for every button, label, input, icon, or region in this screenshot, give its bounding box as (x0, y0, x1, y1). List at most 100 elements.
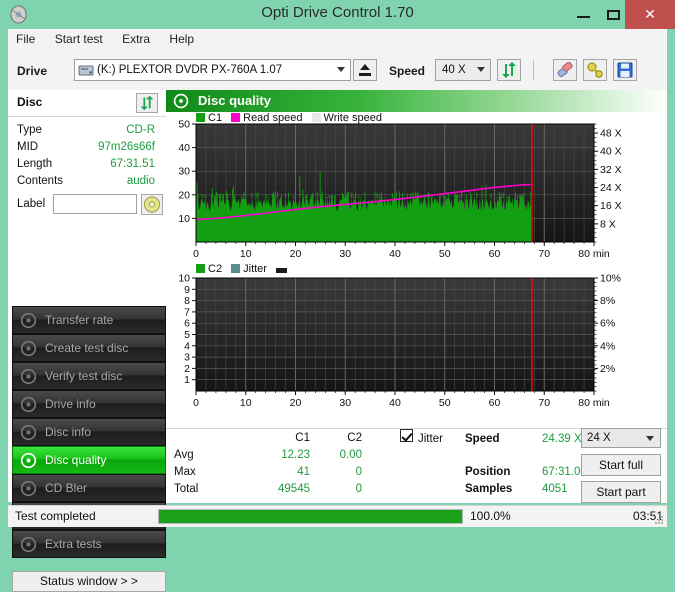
eject-icon (360, 64, 370, 70)
disc-refresh-button[interactable] (136, 93, 158, 113)
svg-text:2: 2 (184, 363, 190, 375)
save-button[interactable] (613, 59, 637, 81)
svg-text:4%: 4% (600, 340, 615, 352)
stats-avg-c2: 0.00 (339, 449, 362, 461)
menu-item-help[interactable]: Help (161, 29, 202, 49)
panel-title: Disc quality (198, 93, 271, 108)
sidebar-item-cd-bler[interactable]: CD Bler (12, 474, 166, 502)
sidebar-item-label: Drive info (45, 397, 96, 411)
svg-text:70: 70 (538, 248, 550, 260)
disc-label-input[interactable] (53, 194, 137, 214)
sidebar-item-label: CD Bler (45, 481, 88, 495)
start-part-button[interactable]: Start part (581, 481, 661, 503)
svg-text:8%: 8% (600, 295, 615, 307)
stats-row-label-total: Total (174, 483, 199, 495)
stats-max-c1: 41 (297, 466, 310, 478)
svg-text:3: 3 (184, 352, 190, 364)
sidebar-item-verify-test-disc[interactable]: Verify test disc (12, 362, 166, 390)
svg-text:20: 20 (178, 189, 190, 201)
refresh-button[interactable] (497, 59, 521, 81)
svg-text:70: 70 (538, 397, 550, 409)
eject-button[interactable] (353, 59, 377, 81)
menu-item-extra[interactable]: Extra (114, 29, 158, 49)
status-window-button[interactable]: Status window > > (12, 571, 166, 592)
menu-bar: File Start test Extra Help (8, 29, 667, 52)
disc-row-length: Length 67:31.51 (8, 158, 166, 174)
title-bar: Opti Drive Control 1.70 ✕ (0, 0, 675, 29)
sidebar-item-label: Disc info (45, 425, 92, 439)
refresh-icon (502, 62, 516, 78)
disc-row-contents: Contents audio (8, 175, 166, 191)
sidebar-item-extra-tests[interactable]: Extra tests (12, 530, 166, 558)
disc-label-button[interactable] (141, 194, 163, 215)
disc-info-icon (20, 424, 37, 441)
maximize-button[interactable] (601, 0, 627, 29)
drive-select[interactable]: (K:) PLEXTOR DVDR PX-760A 1.07 (74, 59, 351, 81)
save-icon (617, 62, 633, 78)
speed-select[interactable]: 40 X (435, 59, 491, 81)
svg-text:30: 30 (339, 248, 351, 260)
stats-row-label-avg: Avg (174, 449, 194, 461)
svg-text:10: 10 (178, 273, 190, 285)
menu-item-start-test[interactable]: Start test (47, 29, 111, 49)
plug-icon (587, 62, 603, 78)
svg-text:10: 10 (240, 248, 252, 260)
svg-text:40 X: 40 X (600, 146, 622, 158)
svg-text:7: 7 (184, 306, 190, 318)
disc-row-value: audio (126, 175, 155, 187)
sidebar-item-disc-info[interactable]: Disc info (12, 418, 166, 446)
disc-label-caption: Label (17, 198, 46, 210)
menu-item-file[interactable]: File (8, 29, 43, 49)
svg-text:40: 40 (178, 142, 190, 154)
svg-text:10: 10 (178, 213, 190, 225)
svg-text:5: 5 (184, 329, 190, 341)
stats-max-c2: 0 (355, 466, 362, 478)
disc-panel-title: Disc (17, 95, 43, 109)
sidebar-item-label: Disc quality (45, 453, 107, 467)
sidebar-item-create-test-disc[interactable]: Create test disc (12, 334, 166, 362)
disc-row-mid: MID 97m26s66f (8, 141, 166, 157)
position-stat-label: Position (465, 466, 511, 478)
close-button[interactable]: ✕ (625, 0, 675, 29)
resize-grip-icon[interactable] (654, 515, 664, 525)
sidebar-item-drive-info[interactable]: Drive info (12, 390, 166, 418)
svg-text:0: 0 (193, 248, 199, 260)
minimize-button[interactable] (571, 0, 597, 29)
svg-text:50: 50 (178, 119, 190, 131)
sidebar-item-transfer-rate[interactable]: Transfer rate (12, 306, 166, 334)
app-window: Opti Drive Control 1.70 ✕ File Start tes… (0, 0, 675, 592)
sidebar-item-disc-quality[interactable]: Disc quality (12, 446, 166, 474)
svg-text:50: 50 (439, 397, 451, 409)
disc-bler-icon (20, 480, 37, 497)
disc-row-value: 67:31.51 (110, 158, 155, 170)
disc-extra-icon (20, 536, 37, 553)
svg-text:4: 4 (184, 340, 190, 352)
drive-toolbar: Drive (K:) PLEXTOR DVDR PX-760A 1.07 Spe… (8, 51, 667, 91)
jitter-checkbox-label: Jitter (418, 433, 443, 445)
svg-text:30: 30 (178, 166, 190, 178)
svg-text:2%: 2% (600, 363, 615, 375)
svg-text:60: 60 (489, 248, 501, 260)
disc-row-key: Type (17, 124, 42, 136)
svg-text:40: 40 (389, 397, 401, 409)
erase-icon (557, 61, 573, 78)
disc-row-value: 97m26s66f (98, 141, 155, 153)
speed-test-select[interactable]: 24 X (581, 428, 661, 448)
toolbar-separator (533, 60, 534, 80)
drive-icon (78, 65, 94, 76)
svg-text:8: 8 (184, 295, 190, 307)
start-full-button[interactable]: Start full (581, 454, 661, 476)
svg-text:48 X: 48 X (600, 128, 622, 140)
disc-row-type: Type CD-R (8, 124, 166, 140)
erase-button[interactable] (553, 59, 577, 81)
svg-text:1: 1 (184, 374, 190, 386)
stats-header-c1: C1 (295, 432, 310, 444)
drive-value: (K:) PLEXTOR DVDR PX-760A 1.07 (97, 64, 283, 76)
speed-value: 40 X (442, 64, 466, 76)
c2-jitter-chart[interactable]: 123456789100 10 20 30 40 50 60 70 80 min2%4%6%8%… (166, 260, 667, 410)
disc-quality-icon (173, 93, 189, 109)
c1-chart[interactable]: 10 20 30 40 50 0 10 20 30 40 50 60 70 80 min 8 X 16 X 24… (166, 112, 667, 261)
jitter-checkbox[interactable] (400, 429, 413, 442)
disc-create-icon (20, 340, 37, 357)
tools-button[interactable] (583, 59, 607, 81)
